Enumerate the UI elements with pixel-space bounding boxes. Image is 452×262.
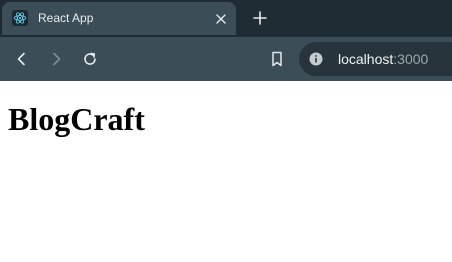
tab-react-app[interactable]: React App [2,2,236,35]
new-tab-plus-icon[interactable] [251,9,269,27]
react-logo-icon [12,10,28,26]
back-arrow-icon[interactable] [10,47,34,71]
url-port: :3000 [393,51,429,67]
close-tab-icon[interactable] [214,12,228,26]
address-bar[interactable]: localhost:3000 [299,42,452,76]
page-title: BlogCraft [8,101,145,137]
site-info-icon[interactable] [309,52,323,66]
forward-arrow-icon[interactable] [44,47,68,71]
bookmark-icon[interactable] [265,47,289,71]
url-host: localhost [338,51,394,67]
url-text: localhost:3000 [338,51,428,67]
page-content: BlogCraft [0,81,452,262]
tab-strip: React App [0,0,452,37]
reload-icon[interactable] [78,47,102,71]
tab-title: React App [38,11,94,25]
browser-toolbar: localhost:3000 [0,37,452,81]
